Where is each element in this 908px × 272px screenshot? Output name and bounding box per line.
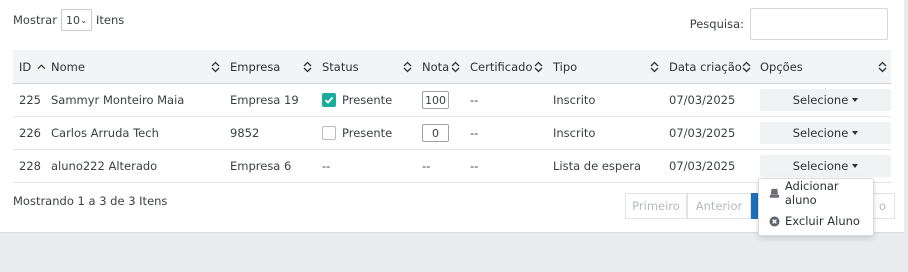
column-header-empresa[interactable]: Empresa <box>224 50 316 83</box>
cell-opcoes: Selecione <box>755 84 891 116</box>
items-label: Itens <box>95 13 125 27</box>
cell-data-criacao: 07/03/2025 <box>669 93 736 107</box>
sort-icon <box>211 61 220 73</box>
options-dropdown-button[interactable]: Selecione <box>760 89 891 111</box>
table-header: ID Nome Empresa Status Nota Certificado <box>13 50 891 84</box>
cell-empresa: Empresa 6 <box>230 159 292 173</box>
sort-icon <box>650 61 659 73</box>
presence-checkbox[interactable] <box>322 93 336 107</box>
cell-certificado: -- <box>470 159 479 173</box>
sort-icon <box>534 61 543 73</box>
column-header-status[interactable]: Status <box>316 50 416 83</box>
students-table: ID Nome Empresa Status Nota Certificado <box>13 50 891 183</box>
caret-down-icon <box>852 98 859 102</box>
check-icon <box>324 96 334 104</box>
cell-tipo: Inscrito <box>553 93 596 107</box>
sort-asc-icon <box>37 63 46 69</box>
cell-certificado: -- <box>470 126 479 140</box>
remove-circle-icon <box>769 216 780 226</box>
menu-item-remove-student[interactable]: Excluir Aluno <box>759 207 873 235</box>
nota-input[interactable]: 0 <box>422 124 449 142</box>
cell-tipo: Inscrito <box>553 126 596 140</box>
cell-certificado: -- <box>470 93 479 107</box>
cell-nome: Carlos Arruda Tech <box>51 126 159 140</box>
status-label: Presente <box>342 93 393 107</box>
sort-icon <box>742 61 751 73</box>
column-header-nota[interactable]: Nota <box>416 50 464 83</box>
table-row: 225 Sammyr Monteiro Maia Empresa 19 Pres… <box>13 84 891 117</box>
sort-icon <box>878 61 887 73</box>
caret-down-icon <box>852 164 859 168</box>
page-length-value: 10 <box>65 13 80 27</box>
sort-icon <box>451 61 460 73</box>
page-length-select[interactable]: 10 ⌄ <box>60 9 92 31</box>
cell-status: -- <box>322 159 331 173</box>
cell-id: 226 <box>19 126 41 140</box>
search-input[interactable] <box>750 8 888 40</box>
options-dropdown-button[interactable]: Selecione <box>760 155 891 177</box>
table-info: Mostrando 1 a 3 de 3 Itens <box>13 194 168 208</box>
options-menu: Adicionar aluno Excluir Aluno <box>758 178 874 236</box>
cell-id: 228 <box>19 159 41 173</box>
cell-tipo: Lista de espera <box>553 159 642 173</box>
chevron-down-icon: ⌄ <box>80 15 87 25</box>
presence-checkbox[interactable] <box>322 126 336 140</box>
column-header-nome[interactable]: Nome <box>46 50 224 83</box>
nota-input[interactable]: 100 <box>422 91 449 109</box>
cell-empresa: Empresa 19 <box>230 93 299 107</box>
page-length-control: Mostrar 10 ⌄ Itens <box>13 9 124 31</box>
sort-icon <box>403 61 412 73</box>
column-header-certificado[interactable]: Certificado <box>464 50 547 83</box>
column-header-opcoes[interactable]: Opções <box>755 50 891 83</box>
pagination-prev[interactable]: Anterior <box>687 193 751 219</box>
cell-data-criacao: 07/03/2025 <box>669 159 736 173</box>
status-label: Presente <box>342 126 393 140</box>
search-control: Pesquisa: <box>690 8 888 40</box>
column-header-tipo[interactable]: Tipo <box>547 50 663 83</box>
cell-id: 225 <box>19 93 41 107</box>
cell-nome: Sammyr Monteiro Maia <box>51 93 185 107</box>
chair-icon <box>769 188 780 198</box>
cell-opcoes: Selecione <box>755 117 891 149</box>
column-header-data-criacao[interactable]: Data criação <box>663 50 755 83</box>
cell-empresa: 9852 <box>230 126 260 140</box>
cell-nota: 100 <box>416 84 464 116</box>
show-label: Mostrar <box>13 13 57 27</box>
cell-nome: aluno222 Alterado <box>51 159 158 173</box>
cell-status: Presente <box>316 117 416 149</box>
cell-data-criacao: 07/03/2025 <box>669 126 736 140</box>
pagination-first[interactable]: Primeiro <box>625 193 687 219</box>
cell-status: Presente <box>316 84 416 116</box>
sort-icon <box>303 61 312 73</box>
menu-item-add-student[interactable]: Adicionar aluno <box>759 179 873 207</box>
cell-nota: -- <box>422 159 431 173</box>
caret-down-icon <box>852 131 859 135</box>
cell-nota: 0 <box>416 117 464 149</box>
options-dropdown-button[interactable]: Selecione <box>760 122 891 144</box>
search-label: Pesquisa: <box>689 17 744 31</box>
column-header-id[interactable]: ID <box>13 50 46 83</box>
table-row: 226 Carlos Arruda Tech 9852 Presente 0 -… <box>13 117 891 150</box>
